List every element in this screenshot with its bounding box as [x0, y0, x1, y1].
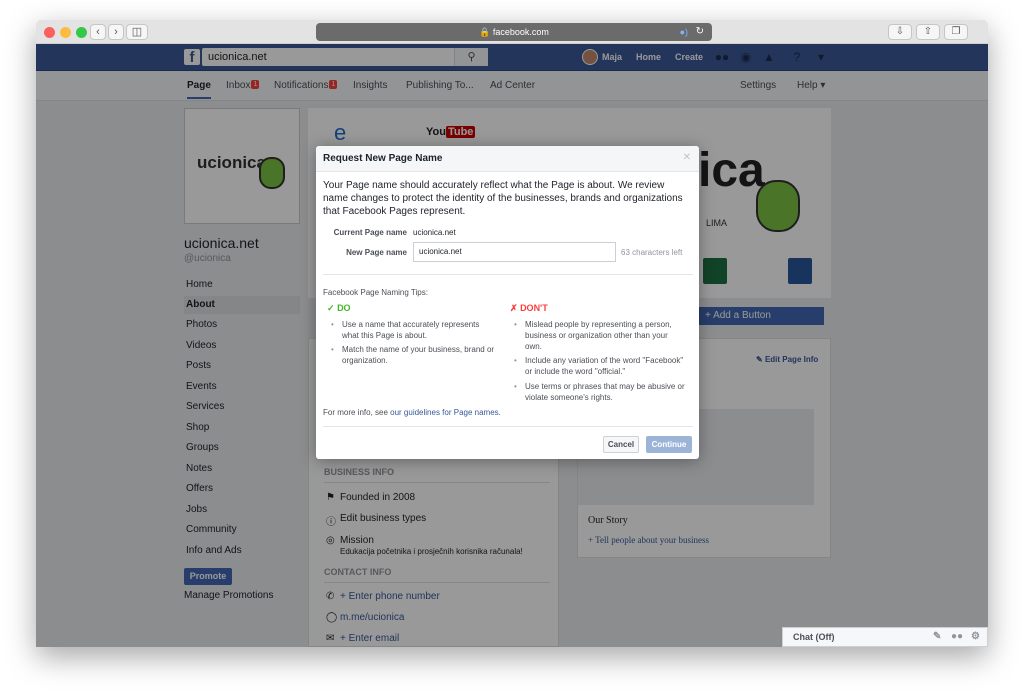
dont-rule: Include any variation of the word "Faceb… [514, 355, 686, 377]
guidelines-link[interactable]: our guidelines for Page names [390, 408, 499, 417]
tabs-button[interactable]: ❐ [944, 24, 968, 40]
back-button[interactable]: ‹ [90, 24, 106, 40]
checkmark-icon: ✓ [327, 303, 335, 313]
close-icon[interactable]: ✕ [683, 152, 691, 163]
do-label: DO [337, 303, 351, 313]
share-icon: ⇧ [923, 26, 933, 37]
forward-button[interactable]: › [108, 24, 124, 40]
reload-icon[interactable]: ↻ [696, 23, 704, 41]
chevron-right-icon: › [114, 26, 118, 38]
gear-icon[interactable]: ⚙ [971, 628, 980, 646]
dialog-title: Request New Page Name [323, 153, 443, 164]
browser-toolbar: ‹ › ◫ 🔒 facebook.com ●) ↻ ⇩ ⇧ ❐ [36, 20, 988, 44]
new-page-name-label: New Page name [346, 248, 407, 257]
x-mark-icon: ✗ [510, 303, 518, 313]
downloads-button[interactable]: ⇩ [888, 24, 912, 40]
more-info-suffix: . [498, 408, 501, 417]
lock-icon: 🔒 [479, 27, 491, 37]
address-bar[interactable]: 🔒 facebook.com ●) ↻ [316, 23, 712, 41]
more-info-prefix: For more info, see [323, 408, 391, 417]
current-page-name-label: Current Page name [333, 228, 407, 237]
dialog-description: Your Page name should accurately reflect… [323, 180, 683, 217]
divider [323, 426, 693, 427]
url-text: facebook.com [492, 27, 549, 37]
dont-rule: Mislead people by representing a person,… [514, 319, 686, 352]
browser-window: ‹ › ◫ 🔒 facebook.com ●) ↻ ⇩ ⇧ ❐ f ucioni… [36, 20, 988, 647]
new-page-name-input[interactable]: ucionica.net [413, 242, 616, 262]
chat-label: Chat (Off) [793, 632, 835, 642]
current-page-name-value: ucionica.net [413, 228, 456, 237]
request-new-page-name-dialog: Request New Page Name ✕ Your Page name s… [316, 146, 699, 459]
do-rule: Match the name of your business, brand o… [331, 344, 496, 366]
minimize-window-button[interactable] [60, 27, 71, 38]
group-chat-icon[interactable]: ●● [951, 628, 963, 646]
dont-rule: Use terms or phrases that may be abusive… [514, 381, 686, 403]
close-window-button[interactable] [44, 27, 55, 38]
speaker-icon[interactable]: ●) [680, 23, 688, 41]
do-heading: ✓ DO [327, 303, 351, 314]
chevron-left-icon: ‹ [96, 26, 100, 38]
dont-label: DON'T [520, 303, 548, 313]
share-button[interactable]: ⇧ [916, 24, 940, 40]
tabs-icon: ❐ [951, 26, 961, 37]
characters-left: 63 characters left [621, 248, 683, 257]
zoom-window-button[interactable] [76, 27, 87, 38]
naming-tips-heading: Facebook Page Naming Tips: [323, 288, 428, 297]
dialog-header: Request New Page Name ✕ [316, 146, 699, 172]
cancel-button[interactable]: Cancel [603, 436, 639, 453]
more-info-text: For more info, see our guidelines for Pa… [323, 408, 501, 417]
divider [323, 274, 693, 275]
download-icon: ⇩ [895, 26, 905, 37]
dont-heading: ✗ DON'T [510, 303, 548, 314]
continue-button[interactable]: Continue [646, 436, 692, 453]
do-rule: Use a name that accurately represents wh… [331, 319, 496, 341]
sidebar-icon: ◫ [131, 26, 143, 38]
sidebar-toggle-button[interactable]: ◫ [126, 24, 148, 40]
chat-bar[interactable]: Chat (Off) ✎ ●● ⚙ [782, 627, 988, 647]
compose-icon[interactable]: ✎ [933, 628, 941, 646]
